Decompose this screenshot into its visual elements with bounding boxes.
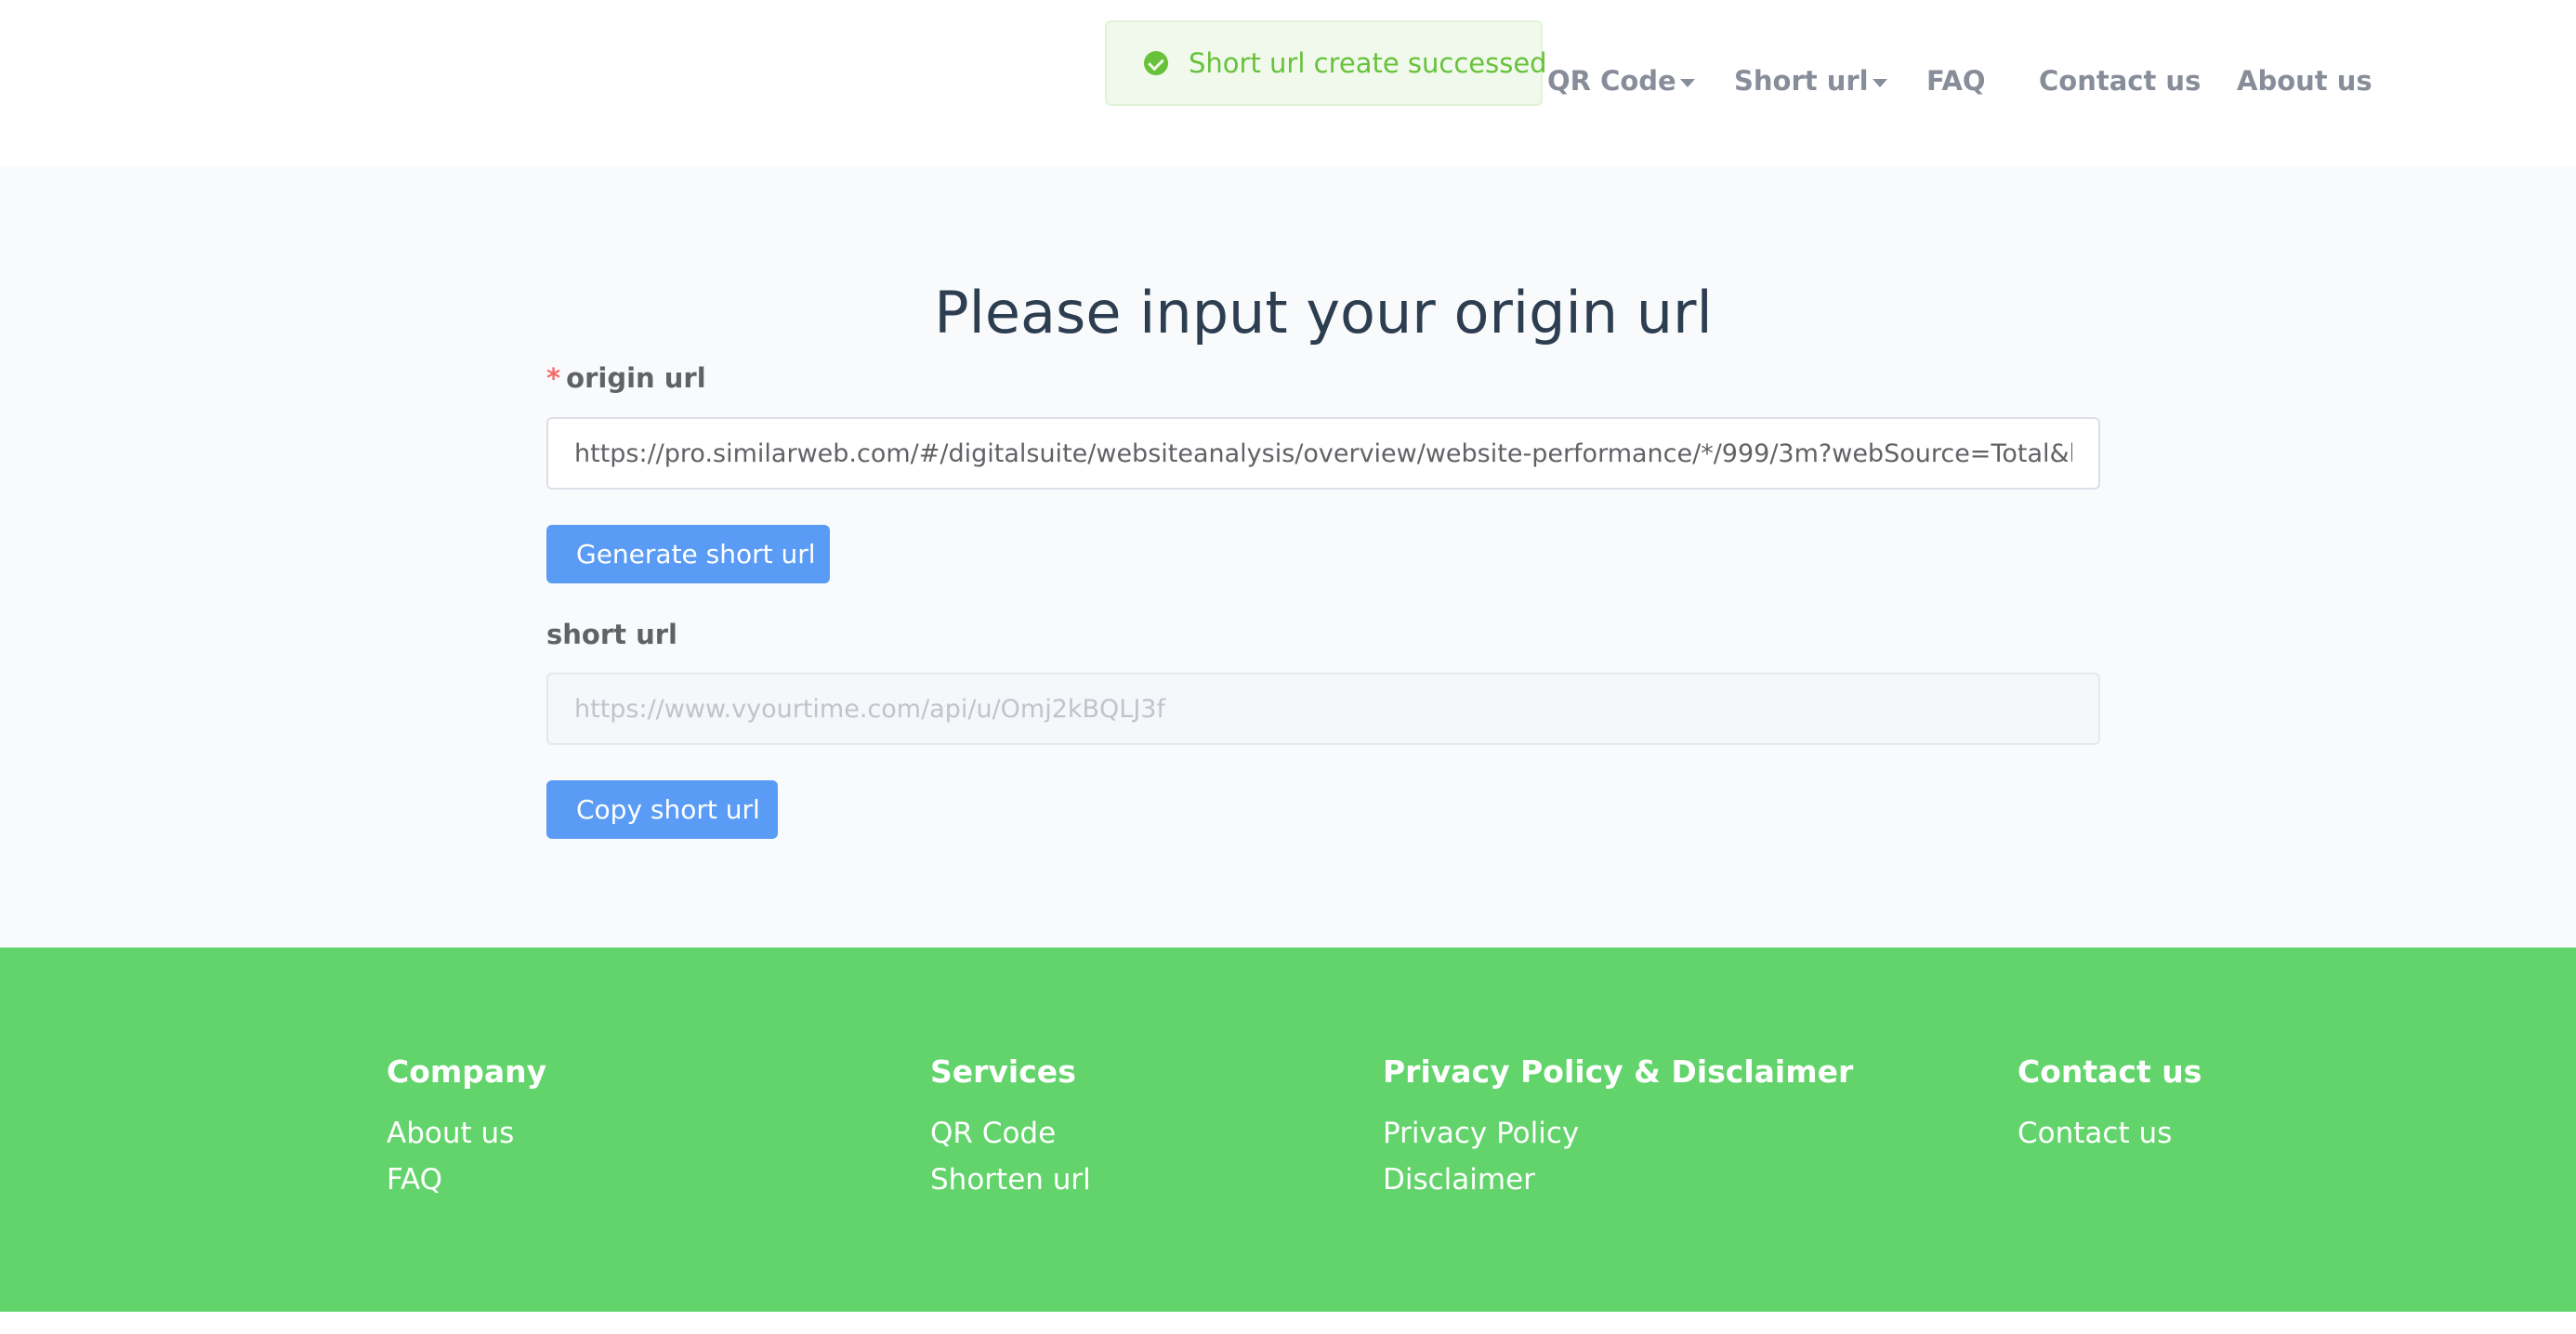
nav-qr-code[interactable]: QR Code xyxy=(1547,58,1695,104)
footer-link-shorten-url[interactable]: Shorten url xyxy=(930,1157,1091,1203)
footer-link-faq[interactable]: FAQ xyxy=(387,1157,546,1203)
caret-down-icon xyxy=(1679,78,1695,87)
caret-down-icon xyxy=(1872,78,1887,87)
short-url-label: short url xyxy=(546,619,677,650)
footer-services: Services QR Code Shorten url xyxy=(930,1053,1091,1203)
footer-contact-heading: Contact us xyxy=(2017,1053,2202,1090)
main-content: Please input your origin url * origin url… xyxy=(0,167,2576,948)
nav-faq[interactable]: FAQ xyxy=(1926,58,1986,104)
footer-link-contact-us[interactable]: Contact us xyxy=(2017,1110,2201,1157)
required-mark: * xyxy=(546,362,561,394)
footer-company-heading: Company xyxy=(387,1053,547,1090)
check-circle-icon xyxy=(1144,51,1168,75)
footer-link-qr-code[interactable]: QR Code xyxy=(930,1110,1091,1157)
nav-qr-code-label: QR Code xyxy=(1547,65,1676,97)
footer-services-heading: Services xyxy=(930,1053,1076,1090)
bottom-strip xyxy=(0,1312,2576,1334)
success-toast: Short url create successed xyxy=(1105,20,1547,106)
nav-short-url-label: Short url xyxy=(1734,65,1869,97)
nav-about-us[interactable]: About us xyxy=(2237,58,2372,104)
generate-short-url-button[interactable]: Generate short url xyxy=(546,525,830,583)
footer-contact: Contact us Contact us xyxy=(2017,1053,2201,1157)
site-footer: Company About us FAQ Services QR Code Sh… xyxy=(0,948,2576,1312)
origin-url-input[interactable] xyxy=(546,417,2100,490)
toast-message: Short url create successed xyxy=(1189,47,1547,79)
origin-url-label-text: origin url xyxy=(566,362,706,394)
footer-link-disclaimer[interactable]: Disclaimer xyxy=(1383,1157,1853,1203)
origin-url-label: * origin url xyxy=(546,362,706,394)
short-url-input xyxy=(546,673,2100,745)
footer-link-privacy-policy[interactable]: Privacy Policy xyxy=(1383,1110,1853,1157)
page-title: Please input your origin url xyxy=(934,279,1713,347)
nav-short-url[interactable]: Short url xyxy=(1734,58,1887,104)
footer-privacy: Privacy Policy & Disclaimer Privacy Poli… xyxy=(1383,1053,1853,1203)
footer-company: Company About us FAQ xyxy=(387,1053,546,1203)
nav-contact-us[interactable]: Contact us xyxy=(2039,58,2201,104)
copy-short-url-button[interactable]: Copy short url xyxy=(546,780,778,839)
footer-privacy-heading: Privacy Policy & Disclaimer xyxy=(1383,1053,1854,1090)
footer-link-about-us[interactable]: About us xyxy=(387,1110,546,1157)
